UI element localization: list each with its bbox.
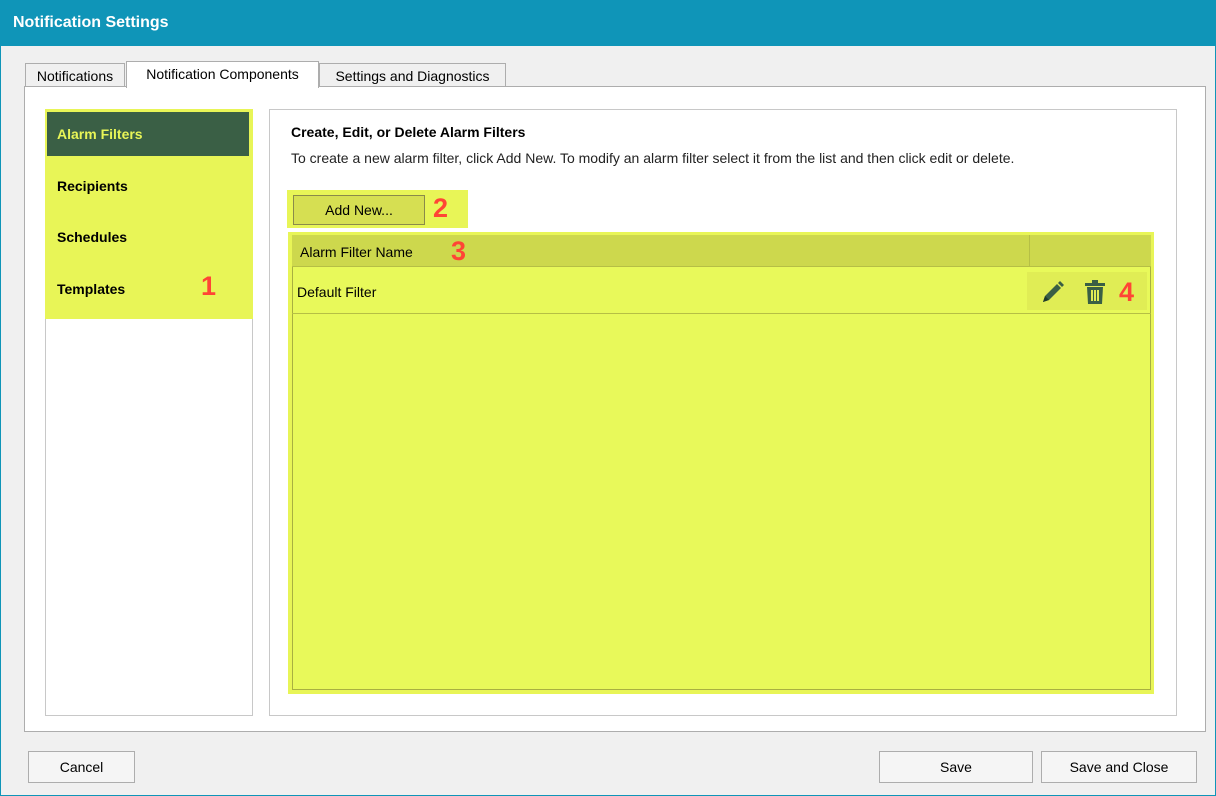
save-and-close-button[interactable]: Save and Close	[1041, 751, 1197, 783]
section-description: To create a new alarm filter, click Add …	[291, 150, 1015, 166]
sidebar-item-schedules[interactable]: Schedules	[47, 215, 249, 259]
sidebar-item-recipients[interactable]: Recipients	[47, 164, 249, 208]
annotation-marker-1: 1	[201, 271, 217, 301]
section-heading: Create, Edit, or Delete Alarm Filters	[291, 124, 526, 140]
table-header	[292, 235, 1151, 267]
cancel-button[interactable]: Cancel	[28, 751, 135, 783]
add-new-button[interactable]: Add New...	[293, 195, 425, 225]
trash-icon[interactable]	[1084, 279, 1106, 308]
tab-notifications[interactable]: Notifications	[25, 63, 125, 86]
annotation-marker-3: 3	[451, 236, 467, 266]
tab-settings-and-diagnostics[interactable]: Settings and Diagnostics	[319, 63, 506, 86]
notification-settings-window: Notification Settings Notifications Noti…	[0, 0, 1216, 796]
save-button[interactable]: Save	[879, 751, 1033, 783]
alarm-filter-name-cell: Default Filter	[297, 284, 377, 300]
tab-notification-components[interactable]: Notification Components	[126, 61, 319, 88]
table-row[interactable]	[292, 268, 1151, 314]
column-header-alarm-filter-name[interactable]: Alarm Filter Name	[300, 244, 413, 260]
sidebar-item-templates[interactable]: Templates	[47, 267, 249, 311]
pencil-icon[interactable]	[1041, 280, 1065, 307]
annotation-marker-4: 4	[1119, 277, 1135, 307]
annotation-marker-2: 2	[433, 193, 449, 223]
table-header-divider	[1029, 235, 1030, 267]
window-title: Notification Settings	[1, 0, 1216, 46]
sidebar-item-alarm-filters[interactable]: Alarm Filters	[47, 112, 249, 156]
